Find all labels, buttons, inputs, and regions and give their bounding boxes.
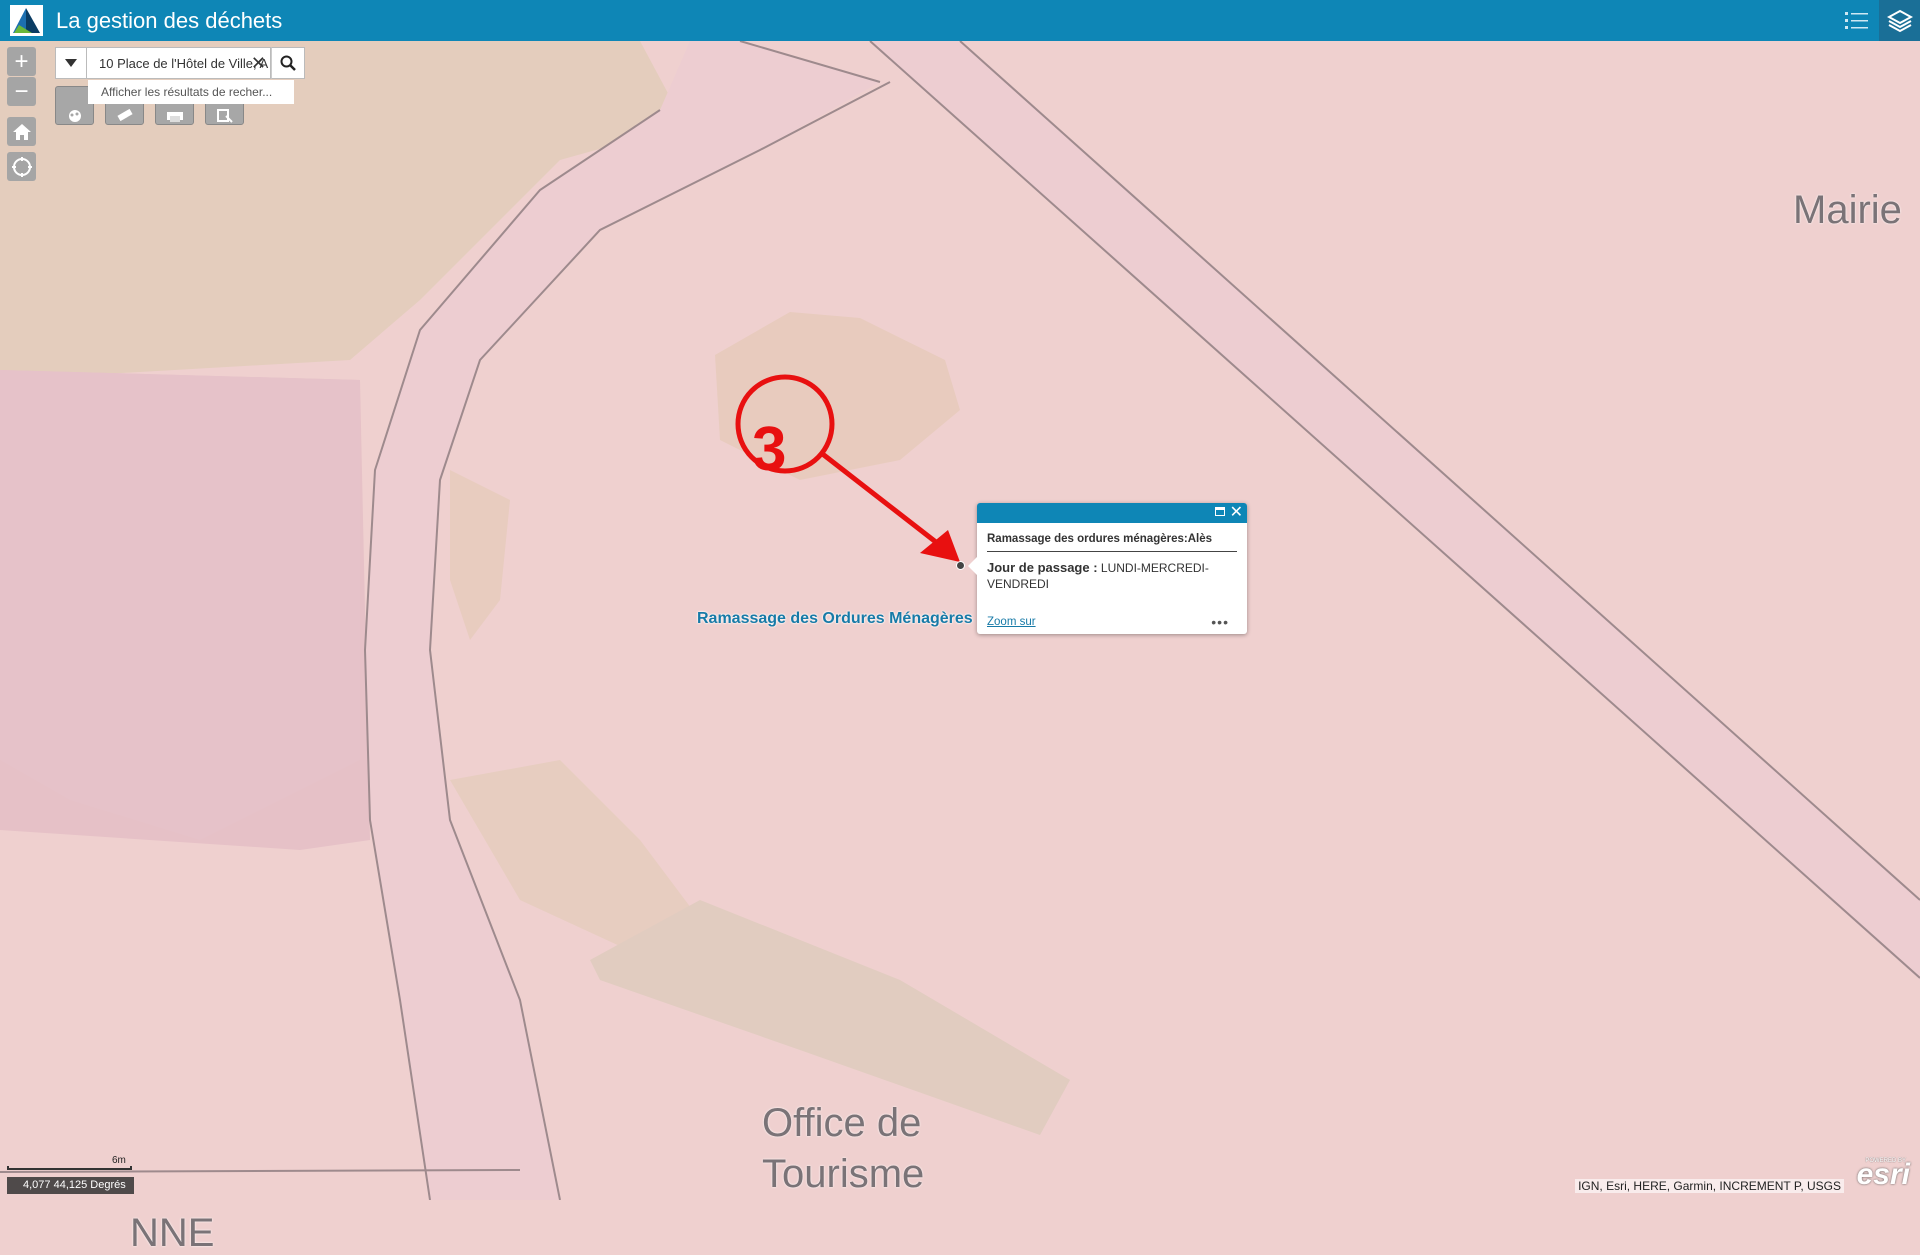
map-label-tourisme: Tourisme	[762, 1152, 925, 1196]
home-icon[interactable]	[7, 117, 36, 146]
scale-bar	[7, 1166, 132, 1170]
zoom-in-button[interactable]: +	[7, 47, 36, 76]
feature-point[interactable]	[956, 561, 965, 570]
popup-pointer	[968, 557, 977, 575]
popup-title: Ramassage des ordures ménagères:Alès	[987, 533, 1237, 552]
coordinates-value: 4,077 44,125 Degrés	[23, 1179, 126, 1191]
layers-icon[interactable]	[1879, 0, 1920, 41]
popup-titlebar: ✕	[977, 503, 1247, 523]
search-suggestion[interactable]: Afficher les résultats de recher...	[88, 80, 294, 104]
app-title: La gestion des déchets	[56, 8, 283, 33]
attribution: IGN, Esri, HERE, Garmin, INCREMENT P, US…	[1575, 1179, 1844, 1193]
legend-list-icon[interactable]	[1836, 0, 1877, 41]
popup-content: Jour de passage : LUNDI-MERCREDI-VENDRED…	[987, 560, 1237, 592]
maximize-icon[interactable]	[1215, 507, 1225, 516]
more-options-button[interactable]: •••	[1211, 614, 1229, 630]
map-label-mairie: Mairie	[1793, 188, 1902, 232]
search-input-value: 10 Place de l'Hôtel de Ville, A	[99, 55, 269, 71]
coordinates-readout: 4,077 44,125 Degrés	[7, 1177, 134, 1194]
annotation-number: 3	[752, 415, 787, 484]
map-label-office: Office de	[762, 1101, 922, 1145]
close-icon[interactable]: ✕	[1230, 503, 1243, 523]
scale-label: 6m	[112, 1155, 126, 1166]
search-widget: 10 Place de l'Hôtel de Ville, A ✕	[55, 47, 327, 79]
zoom-to-link[interactable]: Zoom sur	[987, 616, 1036, 628]
zoom-out-button[interactable]: −	[7, 77, 36, 106]
feature-popup: ✕ Ramassage des ordures ménagères:Alès J…	[968, 503, 1247, 634]
search-icon[interactable]	[271, 47, 305, 79]
search-input[interactable]: 10 Place de l'Hôtel de Ville, A ✕	[87, 47, 271, 79]
map-view[interactable]: Mairie Office de Tourisme NNE 3 Ramassag…	[0, 41, 1920, 1253]
esri-powered-text: POWERED BY	[1865, 1158, 1906, 1164]
feature-label: Ramassage des Ordures Ménagères	[697, 610, 973, 627]
dropdown-arrow-icon[interactable]	[55, 47, 87, 79]
locate-icon[interactable]	[7, 152, 36, 181]
app-header: La gestion des déchets	[0, 0, 1920, 41]
app-logo	[10, 5, 43, 36]
map-label-street: NNE	[130, 1211, 215, 1255]
popup-field-label: Jour de passage :	[987, 560, 1098, 575]
clear-icon[interactable]: ✕	[251, 53, 266, 74]
